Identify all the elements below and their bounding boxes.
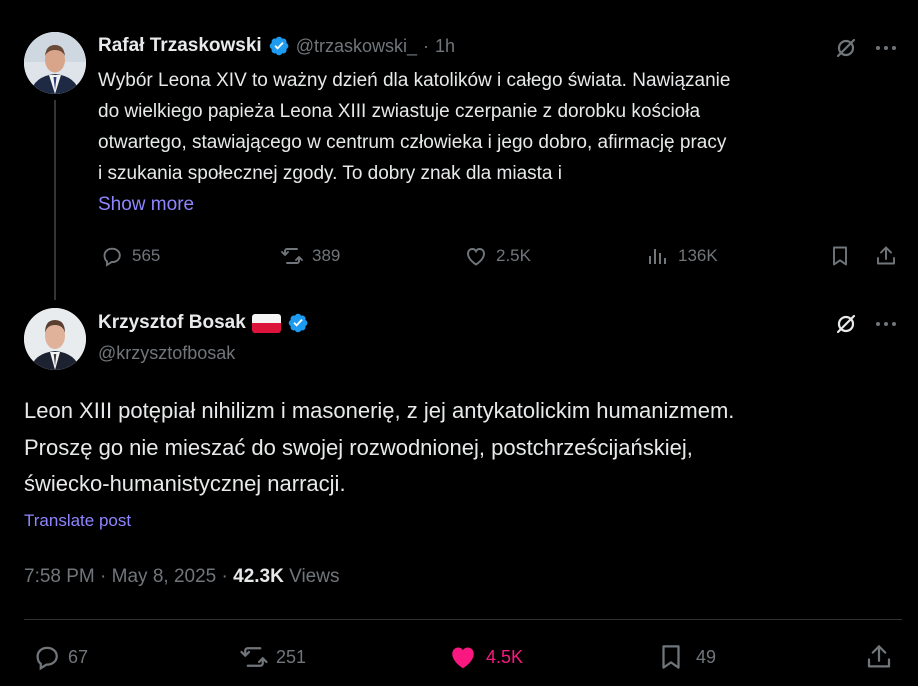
main-tweet-text: Leon XIII potępiał nihilizm i masonerię,… bbox=[24, 393, 904, 503]
text-line: Wybór Leona XIV to ważny dzień dla katol… bbox=[98, 70, 731, 91]
bookmark-button[interactable]: 49 bbox=[656, 642, 716, 672]
header-separator: · bbox=[423, 35, 430, 56]
views-count: 136K bbox=[678, 246, 718, 265]
text-line: otwartego, stawiającego w centrum człowi… bbox=[98, 132, 727, 153]
tweet-time[interactable]: 7:58 PM bbox=[24, 566, 95, 587]
grok-icon[interactable] bbox=[834, 312, 858, 341]
bookmark-icon[interactable] bbox=[828, 244, 852, 273]
first-tweet-header: Rafał Trzaskowski @trzaskowski_ · 1h bbox=[98, 35, 455, 57]
author-handle[interactable]: @trzaskowski_ bbox=[296, 36, 417, 57]
like-button[interactable]: 2.5K bbox=[464, 244, 531, 268]
like-icon bbox=[467, 248, 485, 266]
meta-separator: · bbox=[221, 566, 234, 587]
reply-icon bbox=[36, 646, 58, 671]
text-line: świecko-humanistycznej narracji. bbox=[24, 471, 346, 496]
thread-connector-line bbox=[54, 100, 56, 300]
bookmark-icon bbox=[662, 645, 680, 669]
grok-icon[interactable] bbox=[834, 36, 858, 65]
tweet-time[interactable]: 1h bbox=[435, 36, 455, 57]
reply-icon bbox=[103, 247, 121, 267]
reply-button[interactable]: 67 bbox=[32, 642, 88, 672]
reply-count: 565 bbox=[132, 246, 161, 265]
repost-count: 389 bbox=[312, 246, 341, 265]
tweet-metadata: 7:58 PM · May 8, 2025 · 42.3K Views bbox=[24, 566, 339, 588]
author-name[interactable]: Krzysztof Bosak bbox=[98, 312, 246, 334]
more-icon[interactable] bbox=[874, 314, 898, 339]
text-line: Proszę go nie mieszać do swojej rozwodni… bbox=[24, 434, 693, 460]
repost-button[interactable]: 251 bbox=[238, 642, 306, 672]
reply-count: 67 bbox=[68, 646, 89, 667]
like-count: 4.5K bbox=[486, 646, 524, 667]
repost-count: 251 bbox=[276, 646, 307, 667]
views-count: 42.3K bbox=[233, 566, 284, 587]
share-icon[interactable] bbox=[874, 244, 898, 273]
repost-icon bbox=[240, 647, 268, 667]
share-icon[interactable] bbox=[864, 642, 894, 677]
views-label: Views bbox=[289, 566, 340, 587]
show-more-link[interactable]: Show more bbox=[98, 194, 194, 216]
verified-badge-icon bbox=[268, 35, 290, 57]
views-icon bbox=[649, 249, 666, 264]
like-count: 2.5K bbox=[496, 246, 531, 265]
text-line: Leon XIII potępiał nihilizm i masonerię,… bbox=[24, 398, 735, 423]
reply-button[interactable]: 565 bbox=[100, 244, 160, 268]
repost-button[interactable]: 389 bbox=[280, 244, 340, 268]
meta-separator: · bbox=[100, 566, 112, 587]
avatar-bosak[interactable] bbox=[24, 308, 86, 370]
like-icon bbox=[452, 647, 474, 669]
text-line: do wielkiego papieża Leona XIII zwiastuj… bbox=[98, 101, 701, 122]
more-icon[interactable] bbox=[874, 38, 898, 63]
like-button[interactable]: 4.5K bbox=[448, 642, 523, 672]
repost-icon bbox=[281, 248, 303, 264]
first-tweet-text: Wybór Leona XIV to ważny dzień dla katol… bbox=[98, 65, 898, 189]
translate-post-link[interactable]: Translate post bbox=[24, 511, 131, 531]
avatar-trzaskowski[interactable] bbox=[24, 32, 86, 94]
divider bbox=[24, 619, 902, 620]
bookmark-count: 49 bbox=[696, 646, 717, 667]
main-tweet-header: Krzysztof Bosak bbox=[98, 312, 309, 334]
tweet-date[interactable]: May 8, 2025 bbox=[112, 566, 217, 587]
poland-flag-icon bbox=[251, 313, 281, 333]
views-button[interactable]: 136K bbox=[646, 244, 718, 268]
text-line: i szukania społecznej zgody. To dobry zn… bbox=[98, 163, 562, 184]
verified-badge-icon bbox=[287, 312, 309, 334]
author-handle[interactable]: @krzysztofbosak bbox=[98, 343, 235, 364]
author-name[interactable]: Rafał Trzaskowski bbox=[98, 35, 262, 57]
